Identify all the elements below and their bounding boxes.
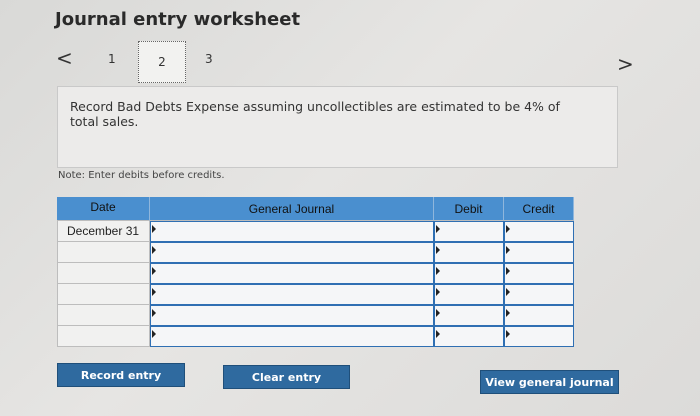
account-input-2[interactable] bbox=[150, 242, 434, 263]
account-input-4[interactable] bbox=[150, 284, 434, 305]
date-cell-6 bbox=[57, 326, 150, 347]
column-header-credit: Credit bbox=[504, 197, 574, 221]
credit-input-2[interactable] bbox=[504, 242, 574, 263]
instruction-panel: Record Bad Debts Expense assuming uncoll… bbox=[57, 86, 618, 168]
column-header-debit: Debit bbox=[434, 197, 504, 221]
account-input-6[interactable] bbox=[150, 326, 434, 347]
debit-input-3[interactable] bbox=[434, 263, 504, 284]
date-cell-4 bbox=[57, 284, 150, 305]
debit-input-2[interactable] bbox=[434, 242, 504, 263]
debit-input-4[interactable] bbox=[434, 284, 504, 305]
chevron-left-icon[interactable]: < bbox=[56, 46, 73, 70]
step-2-label: 2 bbox=[158, 55, 166, 69]
account-input-3[interactable] bbox=[150, 263, 434, 284]
account-input-5[interactable] bbox=[150, 305, 434, 326]
debit-input-1[interactable] bbox=[434, 221, 504, 242]
instruction-text: Record Bad Debts Expense assuming uncoll… bbox=[70, 99, 560, 129]
account-input-1[interactable] bbox=[150, 221, 434, 242]
view-general-journal-button[interactable]: View general journal bbox=[480, 370, 619, 394]
column-header-general-journal: General Journal bbox=[150, 197, 434, 221]
credit-input-5[interactable] bbox=[504, 305, 574, 326]
column-header-date: Date bbox=[57, 197, 150, 221]
credit-input-4[interactable] bbox=[504, 284, 574, 305]
date-cell-1: December 31 bbox=[57, 221, 150, 242]
date-cell-3 bbox=[57, 263, 150, 284]
date-cell-5 bbox=[57, 305, 150, 326]
step-2-tab[interactable]: 2 bbox=[138, 41, 186, 83]
debit-input-5[interactable] bbox=[434, 305, 504, 326]
journal-entry-worksheet: Journal entry worksheet < 1 2 3 > Record… bbox=[0, 0, 700, 416]
credit-input-6[interactable] bbox=[504, 326, 574, 347]
credit-input-3[interactable] bbox=[504, 263, 574, 284]
step-1-tab[interactable]: 1 bbox=[108, 52, 116, 66]
credit-input-1[interactable] bbox=[504, 221, 574, 242]
step-3-tab[interactable]: 3 bbox=[205, 52, 213, 66]
debit-input-6[interactable] bbox=[434, 326, 504, 347]
date-cell-2 bbox=[57, 242, 150, 263]
note-text: Note: Enter debits before credits. bbox=[58, 170, 225, 181]
chevron-right-icon[interactable]: > bbox=[617, 52, 634, 76]
clear-entry-button[interactable]: Clear entry bbox=[223, 365, 350, 389]
record-entry-button[interactable]: Record entry bbox=[57, 363, 185, 387]
page-title: Journal entry worksheet bbox=[55, 9, 301, 30]
